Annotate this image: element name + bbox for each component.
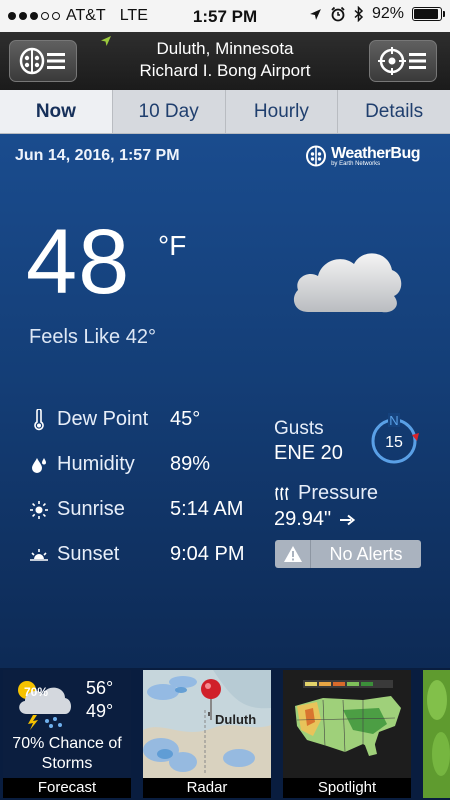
pressure-row: Pressure [274, 482, 378, 505]
sunset-row: Sunset 9:04 PM [28, 543, 244, 566]
humidity-value: 89% [170, 453, 211, 475]
humidity-icon [28, 454, 50, 476]
alerts-button[interactable]: No Alerts [275, 540, 421, 568]
warning-icon [275, 540, 311, 568]
sunrise-row: Sunrise 5:14 AM [28, 498, 243, 521]
current-conditions-panel: Jun 14, 2016, 1:57 PM WeatherBug by Eart… [0, 134, 450, 668]
weatherbug-menu-icon [19, 47, 65, 75]
sunset-value: 9:04 PM [170, 543, 245, 565]
locations-button[interactable] [369, 40, 437, 82]
location-city: Duluth, Minnesota [156, 39, 294, 58]
humidity-label: Humidity [57, 453, 135, 475]
tab-10-day[interactable]: 10 Day [113, 90, 226, 133]
spotlight-caption: Spotlight [283, 778, 411, 798]
status-bar: AT&T LTE 1:57 PM 92% [0, 0, 450, 32]
location-arrow-icon [310, 8, 321, 20]
next-card-peek[interactable] [423, 670, 450, 798]
sunrise-label: Sunrise [57, 498, 125, 520]
alarm-icon [331, 6, 345, 22]
forecast-card[interactable]: 70% 56° 49° 70% Chance of Storms Forecas… [3, 670, 131, 798]
tab-hourly[interactable]: Hourly [226, 90, 339, 133]
pressure-icon [275, 486, 289, 500]
observation-date: Jun 14, 2016, 1:57 PM [15, 147, 180, 164]
status-right: 92% [309, 5, 445, 23]
weatherbug-logo: WeatherBug by Earth Networks [305, 145, 420, 167]
thermometer-icon [28, 408, 50, 431]
view-tabs: Now 10 Day Hourly Details [0, 90, 450, 134]
pressure-label: Pressure [298, 482, 379, 504]
precip-badge: 70% [24, 685, 49, 699]
brand-name: WeatherBug [331, 145, 420, 162]
wind-compass-icon: N 15 [371, 413, 419, 464]
weatherbug-logo-icon [306, 145, 327, 167]
current-temperature: 48 [26, 211, 131, 313]
crosshair-list-icon [378, 47, 426, 75]
forecast-high: 56° [86, 678, 114, 698]
radar-city-label: Duluth [215, 712, 257, 727]
alerts-label: No Alerts [329, 543, 403, 564]
dew-point-value: 45° [170, 408, 201, 430]
pressure-steady-arrow-icon [340, 514, 356, 525]
bluetooth-icon [354, 6, 364, 22]
tab-details[interactable]: Details [338, 90, 450, 133]
compass-north-label: N [389, 413, 398, 428]
tab-now[interactable]: Now [0, 90, 113, 133]
sunset-icon [28, 544, 50, 566]
dew-point-label: Dew Point [57, 408, 149, 430]
feels-like: Feels Like 42° [29, 326, 156, 348]
drought-map-image [283, 670, 411, 778]
battery-icon [412, 7, 445, 21]
pressure-value-row: 29.94" [274, 508, 356, 531]
sunset-label: Sunset [57, 543, 120, 565]
temperature-unit: °F [158, 230, 187, 261]
storm-cloud-icon [18, 681, 71, 730]
humidity-row: Humidity 89% [28, 453, 210, 476]
gusts-label: Gusts [274, 418, 324, 439]
menu-button[interactable] [9, 40, 77, 82]
location-station: Richard I. Bong Airport [139, 61, 311, 80]
sunrise-value: 5:14 AM [170, 498, 244, 520]
pressure-value: 29.94" [274, 508, 332, 530]
compass-speed: 15 [385, 434, 403, 451]
leaf-image [423, 670, 450, 798]
spotlight-card[interactable]: Spotlight [283, 670, 411, 798]
radar-card[interactable]: Duluth Radar [143, 670, 271, 798]
radar-caption: Radar [143, 778, 271, 798]
app-header: Duluth, Minnesota Richard I. Bong Airpor… [0, 32, 450, 90]
cloudy-icon [293, 253, 402, 313]
forecast-description: 70% Chance of Storms [12, 735, 122, 772]
forecast-low: 49° [86, 701, 114, 721]
forecast-caption: Forecast [3, 778, 131, 798]
location-title[interactable]: Duluth, Minnesota Richard I. Bong Airpor… [90, 38, 360, 82]
wind-direction-speed: ENE 20 [274, 442, 343, 464]
sunrise-icon [28, 499, 50, 521]
feature-cards-strip: 70% 56° 49° 70% Chance of Storms Forecas… [0, 668, 450, 800]
battery-percent: 92% [371, 5, 404, 22]
dew-point-row: Dew Point 45° [28, 408, 200, 431]
